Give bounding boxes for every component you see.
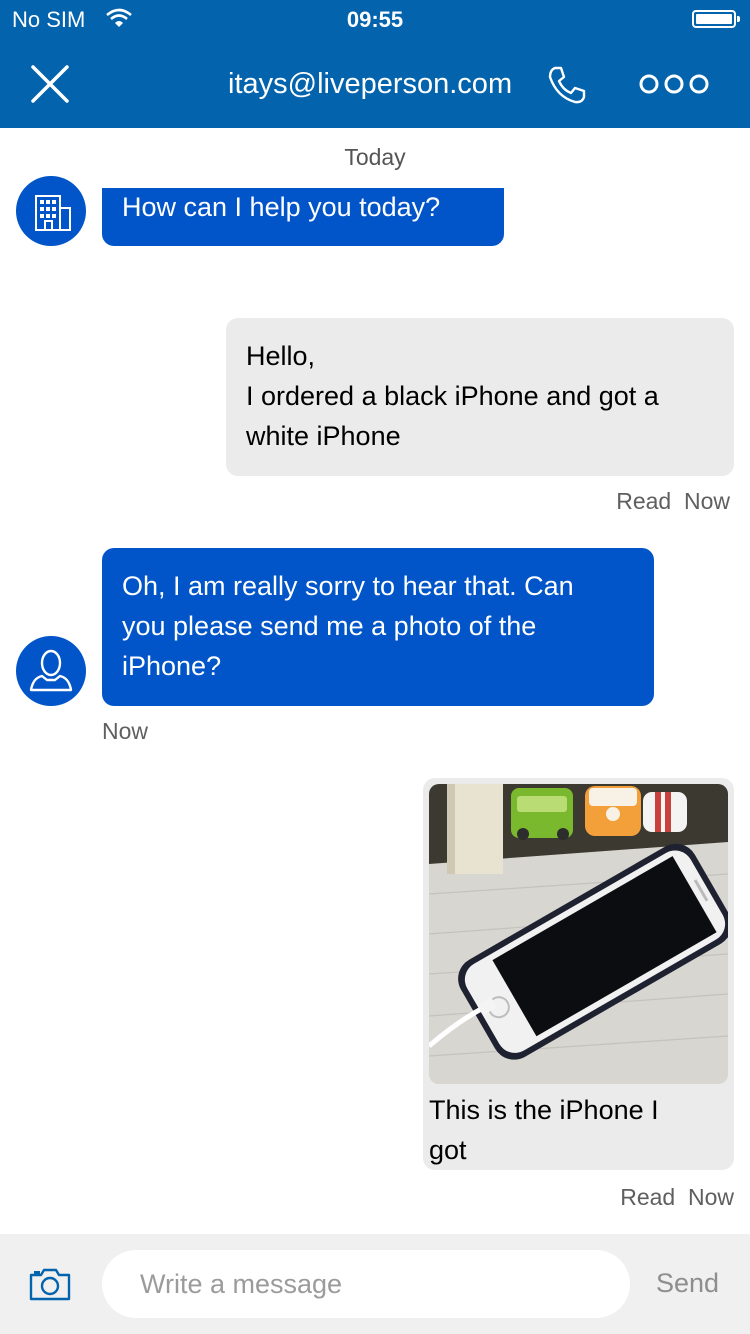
status-bar: No SIM 09:55 bbox=[0, 0, 750, 40]
read-receipt: Read Now bbox=[616, 488, 730, 515]
iphone-photo[interactable] bbox=[429, 784, 728, 1084]
agent-avatar bbox=[16, 636, 86, 706]
send-button[interactable]: Send bbox=[656, 1268, 719, 1299]
message-bubble: Oh, I am really sorry to hear that. Can … bbox=[102, 548, 654, 706]
message-text-line: you please send me a photo of the bbox=[122, 611, 537, 641]
message-time: Now bbox=[683, 488, 730, 514]
read-receipt: Read Now bbox=[620, 1184, 734, 1211]
image-caption: This is the iPhone I got bbox=[429, 1090, 719, 1170]
phone-icon[interactable] bbox=[546, 64, 588, 106]
message-time: Now bbox=[687, 1184, 734, 1210]
date-separator: Today bbox=[344, 144, 406, 170]
chat-header: itays@liveperson.com bbox=[0, 40, 750, 128]
message-input[interactable] bbox=[102, 1250, 630, 1318]
message-text-line: white iPhone bbox=[246, 421, 401, 451]
caption-line: got bbox=[429, 1135, 467, 1165]
conversation-title: itays@liveperson.com bbox=[228, 68, 513, 100]
read-label: Read bbox=[616, 488, 672, 514]
building-icon bbox=[35, 195, 71, 231]
more-icon[interactable] bbox=[638, 72, 710, 96]
read-label: Read bbox=[620, 1184, 676, 1210]
message-text: How can I help you today? bbox=[122, 192, 441, 222]
caption-line: This is the iPhone I bbox=[429, 1095, 659, 1125]
message-text-line: Oh, I am really sorry to hear that. Can bbox=[122, 571, 574, 601]
message-bubble: How can I help you today? bbox=[102, 188, 504, 246]
message-text-line: Hello, bbox=[246, 341, 316, 371]
message-time: Now bbox=[102, 718, 149, 744]
agent-avatar bbox=[16, 176, 86, 246]
camera-icon[interactable] bbox=[28, 1266, 72, 1302]
close-icon[interactable] bbox=[28, 62, 72, 106]
message-bubble: Hello, I ordered a black iPhone and got … bbox=[226, 318, 734, 476]
message-text-line: iPhone? bbox=[122, 651, 222, 681]
message-text-line: I ordered a black iPhone and got a bbox=[246, 381, 659, 411]
battery-icon bbox=[692, 10, 740, 28]
user-icon bbox=[29, 649, 73, 692]
message-composer: Send bbox=[0, 1234, 750, 1334]
image-message-bubble[interactable]: This is the iPhone I got bbox=[423, 778, 734, 1170]
clock: 09:55 bbox=[346, 7, 404, 32]
